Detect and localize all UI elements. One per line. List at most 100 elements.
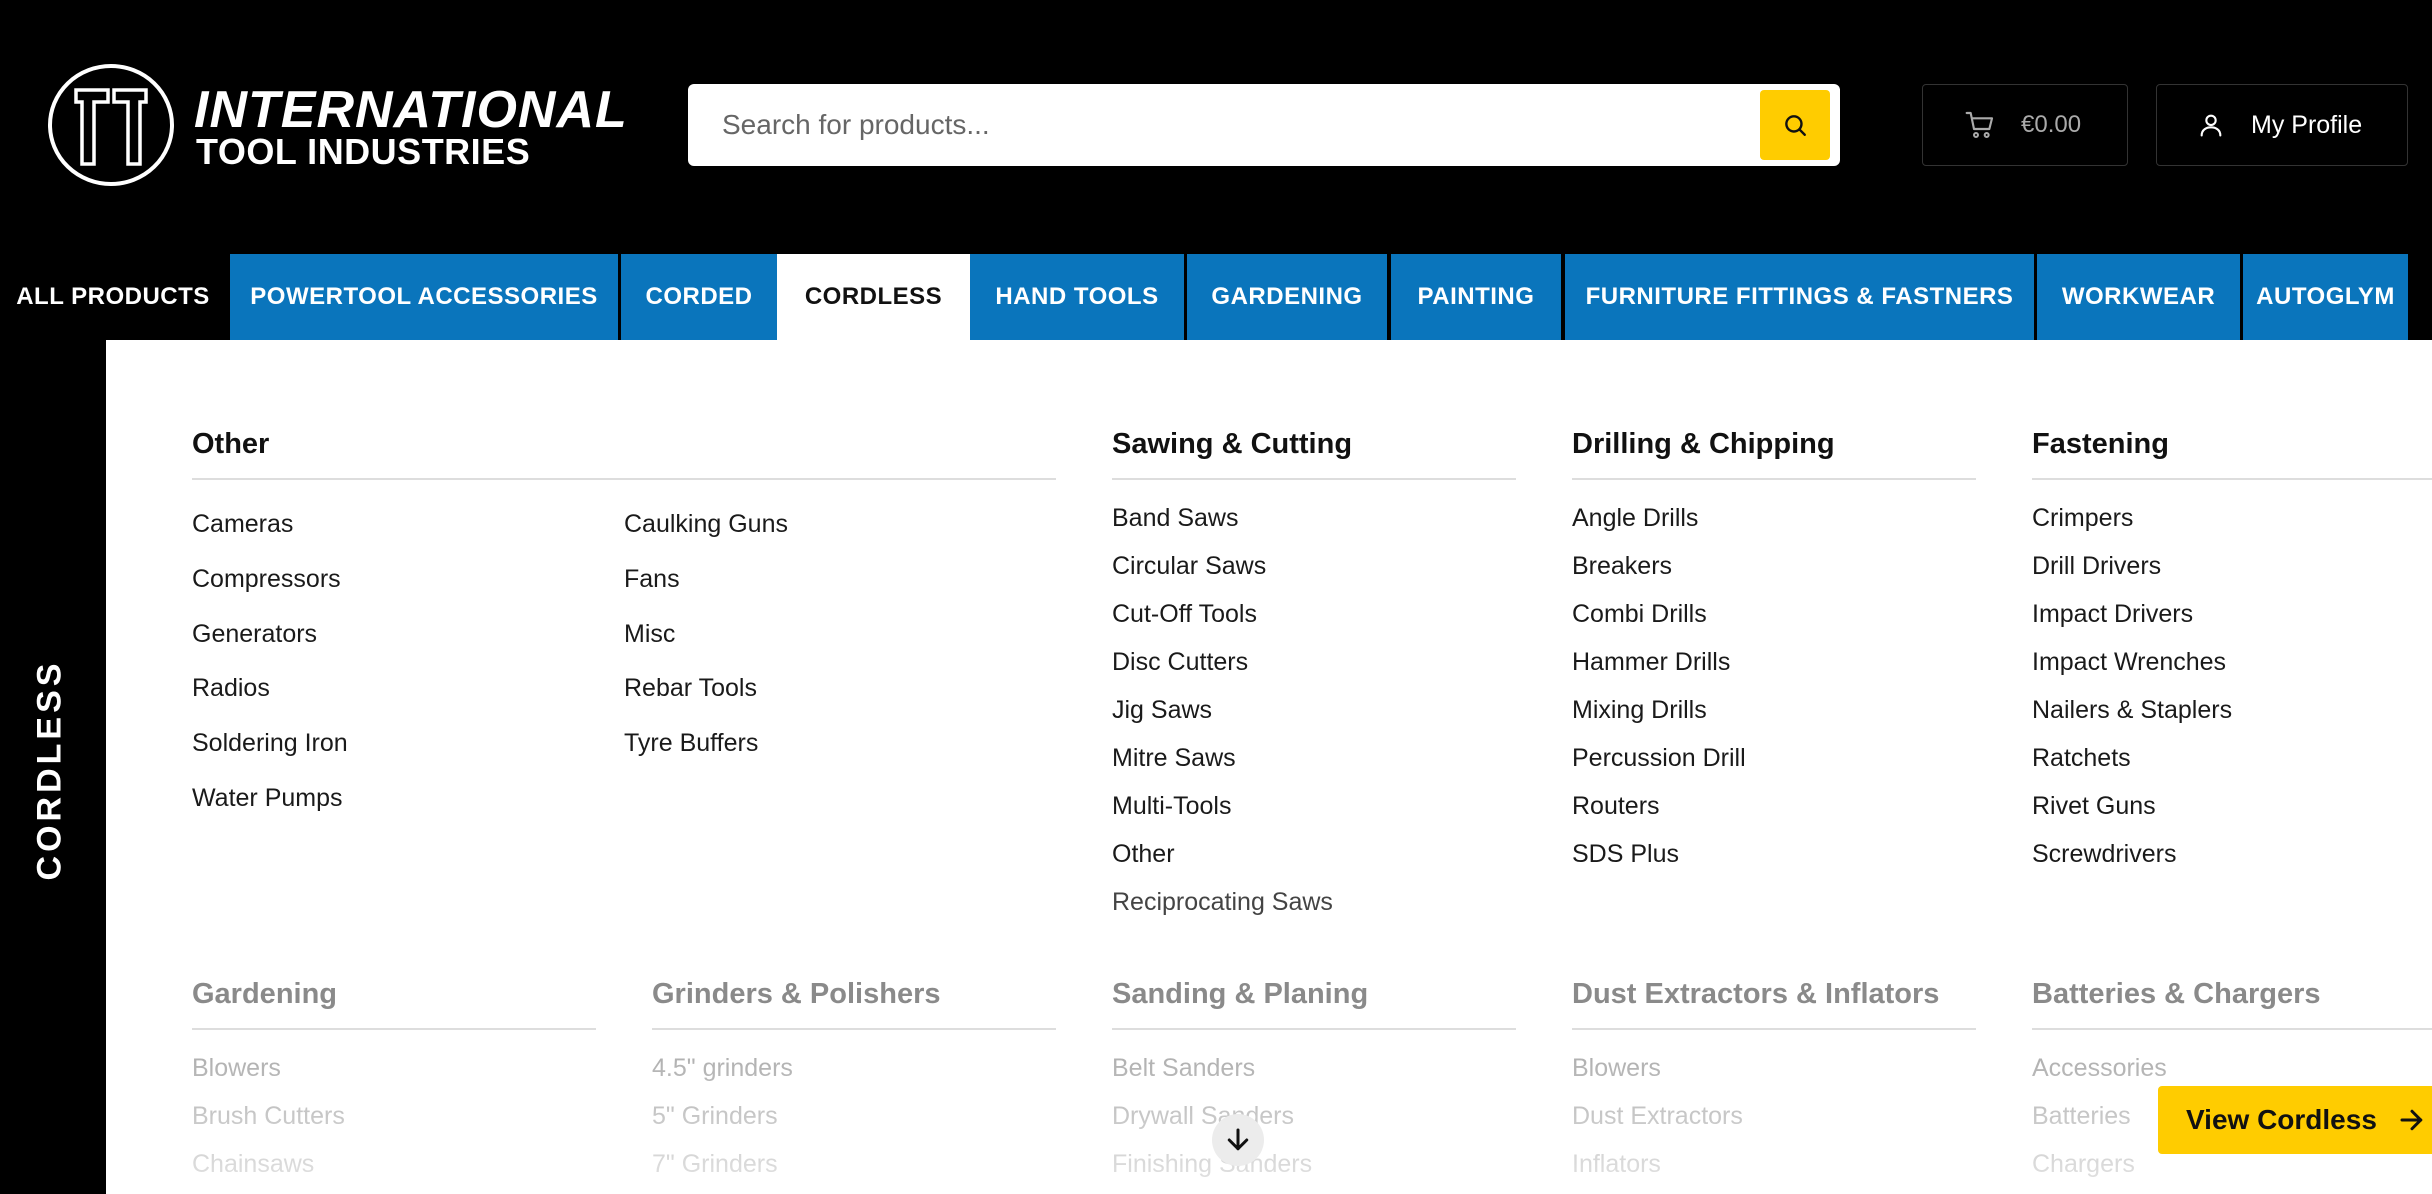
- view-cordless-button[interactable]: View Cordless: [2158, 1086, 2432, 1154]
- tab-furniture-fittings[interactable]: FURNITURE FITTINGS & FASTNERS: [1565, 254, 2034, 340]
- menu-link[interactable]: Inflators: [1572, 1150, 1661, 1179]
- category-nav: ALL PRODUCTS POWERTOOL ACCESSORIES CORDE…: [0, 254, 2432, 340]
- side-category-label: CORDLESS: [30, 659, 69, 881]
- menu-link[interactable]: 4.5" grinders: [652, 1054, 793, 1083]
- menu-link[interactable]: Water Pumps: [192, 784, 343, 813]
- tab-hand-tools[interactable]: HAND TOOLS: [970, 254, 1184, 340]
- cart-total: €0.00: [2021, 111, 2082, 138]
- menu-link[interactable]: Screwdrivers: [2032, 840, 2176, 869]
- menu-link[interactable]: Cut-Off Tools: [1112, 600, 1257, 629]
- menu-link[interactable]: Rebar Tools: [624, 674, 757, 703]
- section-title-other[interactable]: Other: [192, 428, 269, 461]
- mega-menu-panel: Other Cameras Compressors Generators Rad…: [106, 340, 2432, 1194]
- tab-workwear[interactable]: WORKWEAR: [2037, 254, 2240, 340]
- menu-link[interactable]: Compressors: [192, 565, 341, 594]
- menu-link[interactable]: Belt Sanders: [1112, 1054, 1255, 1083]
- section-title-sanding[interactable]: Sanding & Planing: [1112, 978, 1368, 1011]
- menu-link[interactable]: Nailers & Staplers: [2032, 696, 2232, 725]
- menu-link[interactable]: Cameras: [192, 510, 293, 539]
- logo-icon[interactable]: [46, 62, 176, 188]
- view-cordless-label: View Cordless: [2186, 1104, 2377, 1135]
- menu-link[interactable]: 5" Grinders: [652, 1102, 778, 1131]
- section-divider: [1572, 1028, 1976, 1030]
- menu-link[interactable]: Chargers: [2032, 1150, 2135, 1179]
- arrow-down-icon: [1227, 1128, 1249, 1151]
- section-title-fastening[interactable]: Fastening: [2032, 428, 2169, 461]
- search-button[interactable]: [1760, 90, 1830, 160]
- menu-link[interactable]: Batteries: [2032, 1102, 2131, 1131]
- menu-link[interactable]: Generators: [192, 620, 317, 649]
- menu-link[interactable]: Percussion Drill: [1572, 744, 1746, 773]
- section-divider: [192, 478, 1056, 480]
- section-title-grinders[interactable]: Grinders & Polishers: [652, 978, 941, 1011]
- section-title-dust-extractors[interactable]: Dust Extractors & Inflators: [1572, 978, 1939, 1011]
- my-profile-button[interactable]: My Profile: [2156, 84, 2408, 166]
- menu-link[interactable]: Mitre Saws: [1112, 744, 1236, 773]
- section-title-drilling[interactable]: Drilling & Chipping: [1572, 428, 1835, 461]
- section-divider: [1112, 1028, 1516, 1030]
- profile-label: My Profile: [2251, 110, 2363, 139]
- menu-link[interactable]: Impact Wrenches: [2032, 648, 2226, 677]
- menu-link[interactable]: Jig Saws: [1112, 696, 1212, 725]
- menu-link[interactable]: Chainsaws: [192, 1150, 314, 1179]
- menu-link[interactable]: Angle Drills: [1572, 504, 1698, 533]
- section-divider: [652, 1028, 1056, 1030]
- tab-all-products[interactable]: ALL PRODUCTS: [0, 254, 226, 340]
- tab-autoglym[interactable]: AUTOGLYM: [2243, 254, 2408, 340]
- cart-button[interactable]: €0.00: [1922, 84, 2128, 166]
- menu-link[interactable]: Routers: [1572, 792, 1660, 821]
- menu-link[interactable]: Rivet Guns: [2032, 792, 2156, 821]
- section-title-gardening[interactable]: Gardening: [192, 978, 337, 1011]
- tab-corded[interactable]: CORDED: [621, 254, 777, 340]
- menu-link[interactable]: Reciprocating Saws: [1112, 888, 1333, 917]
- menu-link[interactable]: Blowers: [1572, 1054, 1661, 1083]
- search-input[interactable]: [722, 84, 1722, 166]
- section-divider: [192, 1028, 596, 1030]
- menu-link[interactable]: Crimpers: [2032, 504, 2133, 533]
- brand-name-line1[interactable]: INTERNATIONAL: [194, 82, 628, 138]
- tab-cordless[interactable]: CORDLESS: [777, 254, 970, 340]
- section-divider: [2032, 478, 2432, 480]
- menu-link[interactable]: Accessories: [2032, 1054, 2167, 1083]
- menu-link[interactable]: Breakers: [1572, 552, 1672, 581]
- menu-link[interactable]: Other: [1112, 840, 1175, 869]
- section-divider: [1572, 478, 1976, 480]
- menu-link[interactable]: Tyre Buffers: [624, 729, 758, 758]
- scroll-down-button[interactable]: [1212, 1114, 1264, 1166]
- menu-link[interactable]: Ratchets: [2032, 744, 2131, 773]
- menu-link[interactable]: Mixing Drills: [1572, 696, 1707, 725]
- section-title-batteries[interactable]: Batteries & Chargers: [2032, 978, 2321, 1011]
- menu-link[interactable]: Soldering Iron: [192, 729, 348, 758]
- tab-powertool-accessories[interactable]: POWERTOOL ACCESSORIES: [230, 254, 618, 340]
- menu-link[interactable]: Drill Drivers: [2032, 552, 2161, 581]
- menu-link[interactable]: Misc: [624, 620, 675, 649]
- menu-link[interactable]: Caulking Guns: [624, 510, 788, 539]
- section-divider: [1112, 478, 1516, 480]
- menu-link[interactable]: Combi Drills: [1572, 600, 1707, 629]
- menu-link[interactable]: Radios: [192, 674, 270, 703]
- menu-link[interactable]: Hammer Drills: [1572, 648, 1730, 677]
- arrow-right-icon: [2400, 1109, 2423, 1131]
- menu-link[interactable]: Disc Cutters: [1112, 648, 1248, 677]
- menu-link[interactable]: Finishing Sanders: [1112, 1150, 1312, 1179]
- search-bar: [688, 84, 1840, 166]
- menu-link[interactable]: Circular Saws: [1112, 552, 1266, 581]
- menu-link[interactable]: Fans: [624, 565, 680, 594]
- tab-gardening[interactable]: GARDENING: [1187, 254, 1387, 340]
- user-icon: [2200, 114, 2222, 137]
- menu-link[interactable]: Drywall Sanders: [1112, 1102, 1294, 1131]
- brand-name-line2[interactable]: TOOL INDUSTRIES: [196, 132, 530, 172]
- section-title-sawing[interactable]: Sawing & Cutting: [1112, 428, 1352, 461]
- section-divider: [2032, 1028, 2432, 1030]
- menu-link[interactable]: 7" Grinders: [652, 1150, 778, 1179]
- menu-link[interactable]: Brush Cutters: [192, 1102, 345, 1131]
- menu-link[interactable]: Multi-Tools: [1112, 792, 1231, 821]
- menu-link[interactable]: Band Saws: [1112, 504, 1238, 533]
- search-icon: [1785, 115, 1806, 136]
- menu-link[interactable]: Dust Extractors: [1572, 1102, 1743, 1131]
- tab-painting[interactable]: PAINTING: [1391, 254, 1561, 340]
- menu-link[interactable]: SDS Plus: [1572, 840, 1679, 869]
- cart-icon: [1965, 111, 1994, 138]
- menu-link[interactable]: Blowers: [192, 1054, 281, 1083]
- menu-link[interactable]: Impact Drivers: [2032, 600, 2193, 629]
